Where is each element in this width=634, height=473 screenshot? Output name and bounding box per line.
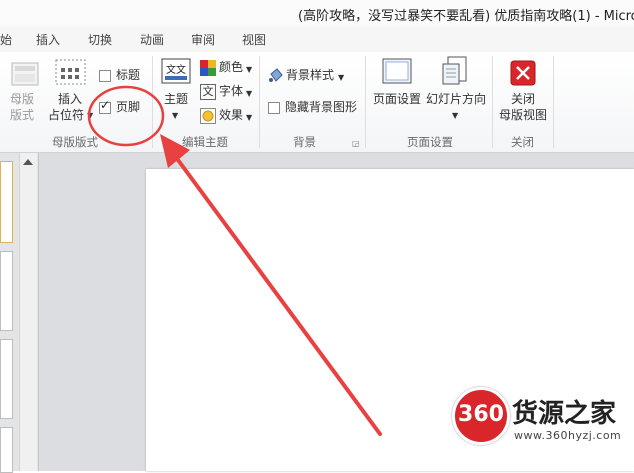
- effects-label: 效果: [219, 108, 244, 122]
- tab-start[interactable]: 始: [0, 31, 12, 48]
- tab-insert[interactable]: 插入: [36, 31, 60, 48]
- theme-label: 主题: [164, 92, 189, 106]
- group-title-background: 背景: [293, 135, 316, 149]
- fonts-icon: 文: [200, 84, 216, 100]
- paint-bucket-icon: [269, 68, 283, 82]
- page-setup-icon: [382, 58, 412, 84]
- scroll-up-icon[interactable]: [23, 159, 33, 165]
- dropdown-arrow-icon: ▼: [338, 73, 345, 82]
- slide-thumbnail[interactable]: [0, 251, 13, 331]
- group-title-close: 关闭: [511, 135, 534, 149]
- close-master-icon: [510, 60, 536, 86]
- title-checkbox-box[interactable]: [99, 70, 111, 82]
- slide-thumbnail[interactable]: [0, 161, 13, 243]
- hide-background-checkbox-box[interactable]: [268, 102, 280, 114]
- logo-name: 货源之家: [512, 399, 617, 429]
- dropdown-arrow-icon: ▼: [172, 111, 179, 120]
- title-checkbox-label: 标题: [116, 68, 141, 82]
- dropdown-arrow-icon: ▼: [246, 89, 253, 98]
- thumbnail-scrollbar[interactable]: [19, 153, 37, 471]
- slide-orientation-label: 幻灯片方向: [426, 92, 487, 106]
- title-bar: (高阶攻略，没写过暴笑不要乱看) 优质指南攻略(1) - Microsoft: [0, 0, 634, 26]
- checkmark-icon: ✓: [100, 98, 111, 112]
- fonts-label: 字体: [219, 84, 244, 98]
- group-title-edit-theme: 编辑主题: [182, 135, 228, 149]
- page-setup-label: 页面设置: [373, 92, 422, 106]
- svg-text:文文: 文文: [166, 63, 186, 76]
- ribbon: 母版 版式 插入 占位符 ▼ 标题 ✓ 页脚 母版版式 文文 主题 ▼ 颜色 ▼…: [0, 52, 634, 153]
- group-separator: [492, 56, 493, 148]
- group-title-master-layout: 母版版式: [52, 135, 98, 149]
- background-style-label: 背景样式: [286, 68, 335, 82]
- master-layout-label-1: 母版: [10, 92, 35, 106]
- dropdown-arrow-icon: ▼: [87, 111, 94, 120]
- group-title-page-setup: 页面设置: [407, 135, 453, 149]
- group-separator: [152, 56, 153, 148]
- window-title: (高阶攻略，没写过暴笑不要乱看) 优质指南攻略(1) - Microsoft: [298, 9, 634, 24]
- logo-badge: 360: [452, 387, 510, 445]
- dropdown-arrow-icon: ▼: [246, 113, 253, 122]
- group-separator: [365, 56, 366, 148]
- tab-animations[interactable]: 动画: [140, 31, 164, 48]
- insert-placeholder-label-1: 插入: [58, 92, 83, 106]
- close-master-label-1: 关闭: [511, 92, 536, 106]
- dropdown-arrow-icon: ▼: [246, 65, 253, 74]
- colors-label: 颜色: [219, 60, 244, 74]
- insert-placeholder-label-2: 占位符: [48, 108, 85, 122]
- ribbon-tabs: 始 插入 切换 动画 审阅 视图: [0, 26, 634, 53]
- slide-thumbnail[interactable]: [0, 427, 13, 473]
- tab-review[interactable]: 审阅: [191, 31, 215, 48]
- master-layout-label-2: 版式: [10, 108, 35, 122]
- group-separator: [553, 56, 554, 148]
- hide-background-label: 隐藏背景图形: [285, 100, 358, 114]
- dialog-launcher-icon[interactable]: ◲: [352, 136, 360, 151]
- effects-icon: [200, 108, 216, 124]
- placeholder-icon: [55, 59, 86, 85]
- footer-checkbox-label: 页脚: [116, 100, 141, 114]
- close-master-label-2: 母版视图: [499, 108, 548, 122]
- dropdown-arrow-icon: ▼: [452, 111, 459, 120]
- thumbnail-pane: [0, 153, 39, 473]
- group-separator: [259, 56, 260, 148]
- logo-number: 360: [458, 402, 504, 427]
- tab-view[interactable]: 视图: [242, 31, 266, 48]
- tab-transitions[interactable]: 切换: [88, 31, 112, 48]
- slide-orientation-icon: [442, 56, 467, 85]
- master-layout-icon: [11, 62, 39, 86]
- slide-thumbnail[interactable]: [0, 339, 13, 419]
- watermark-logo: 360 货源之家 www.360hyzj.com: [452, 387, 634, 447]
- theme-icon: 文文: [161, 58, 191, 84]
- logo-url: www.360hyzj.com: [514, 429, 622, 442]
- colors-icon: [200, 60, 216, 76]
